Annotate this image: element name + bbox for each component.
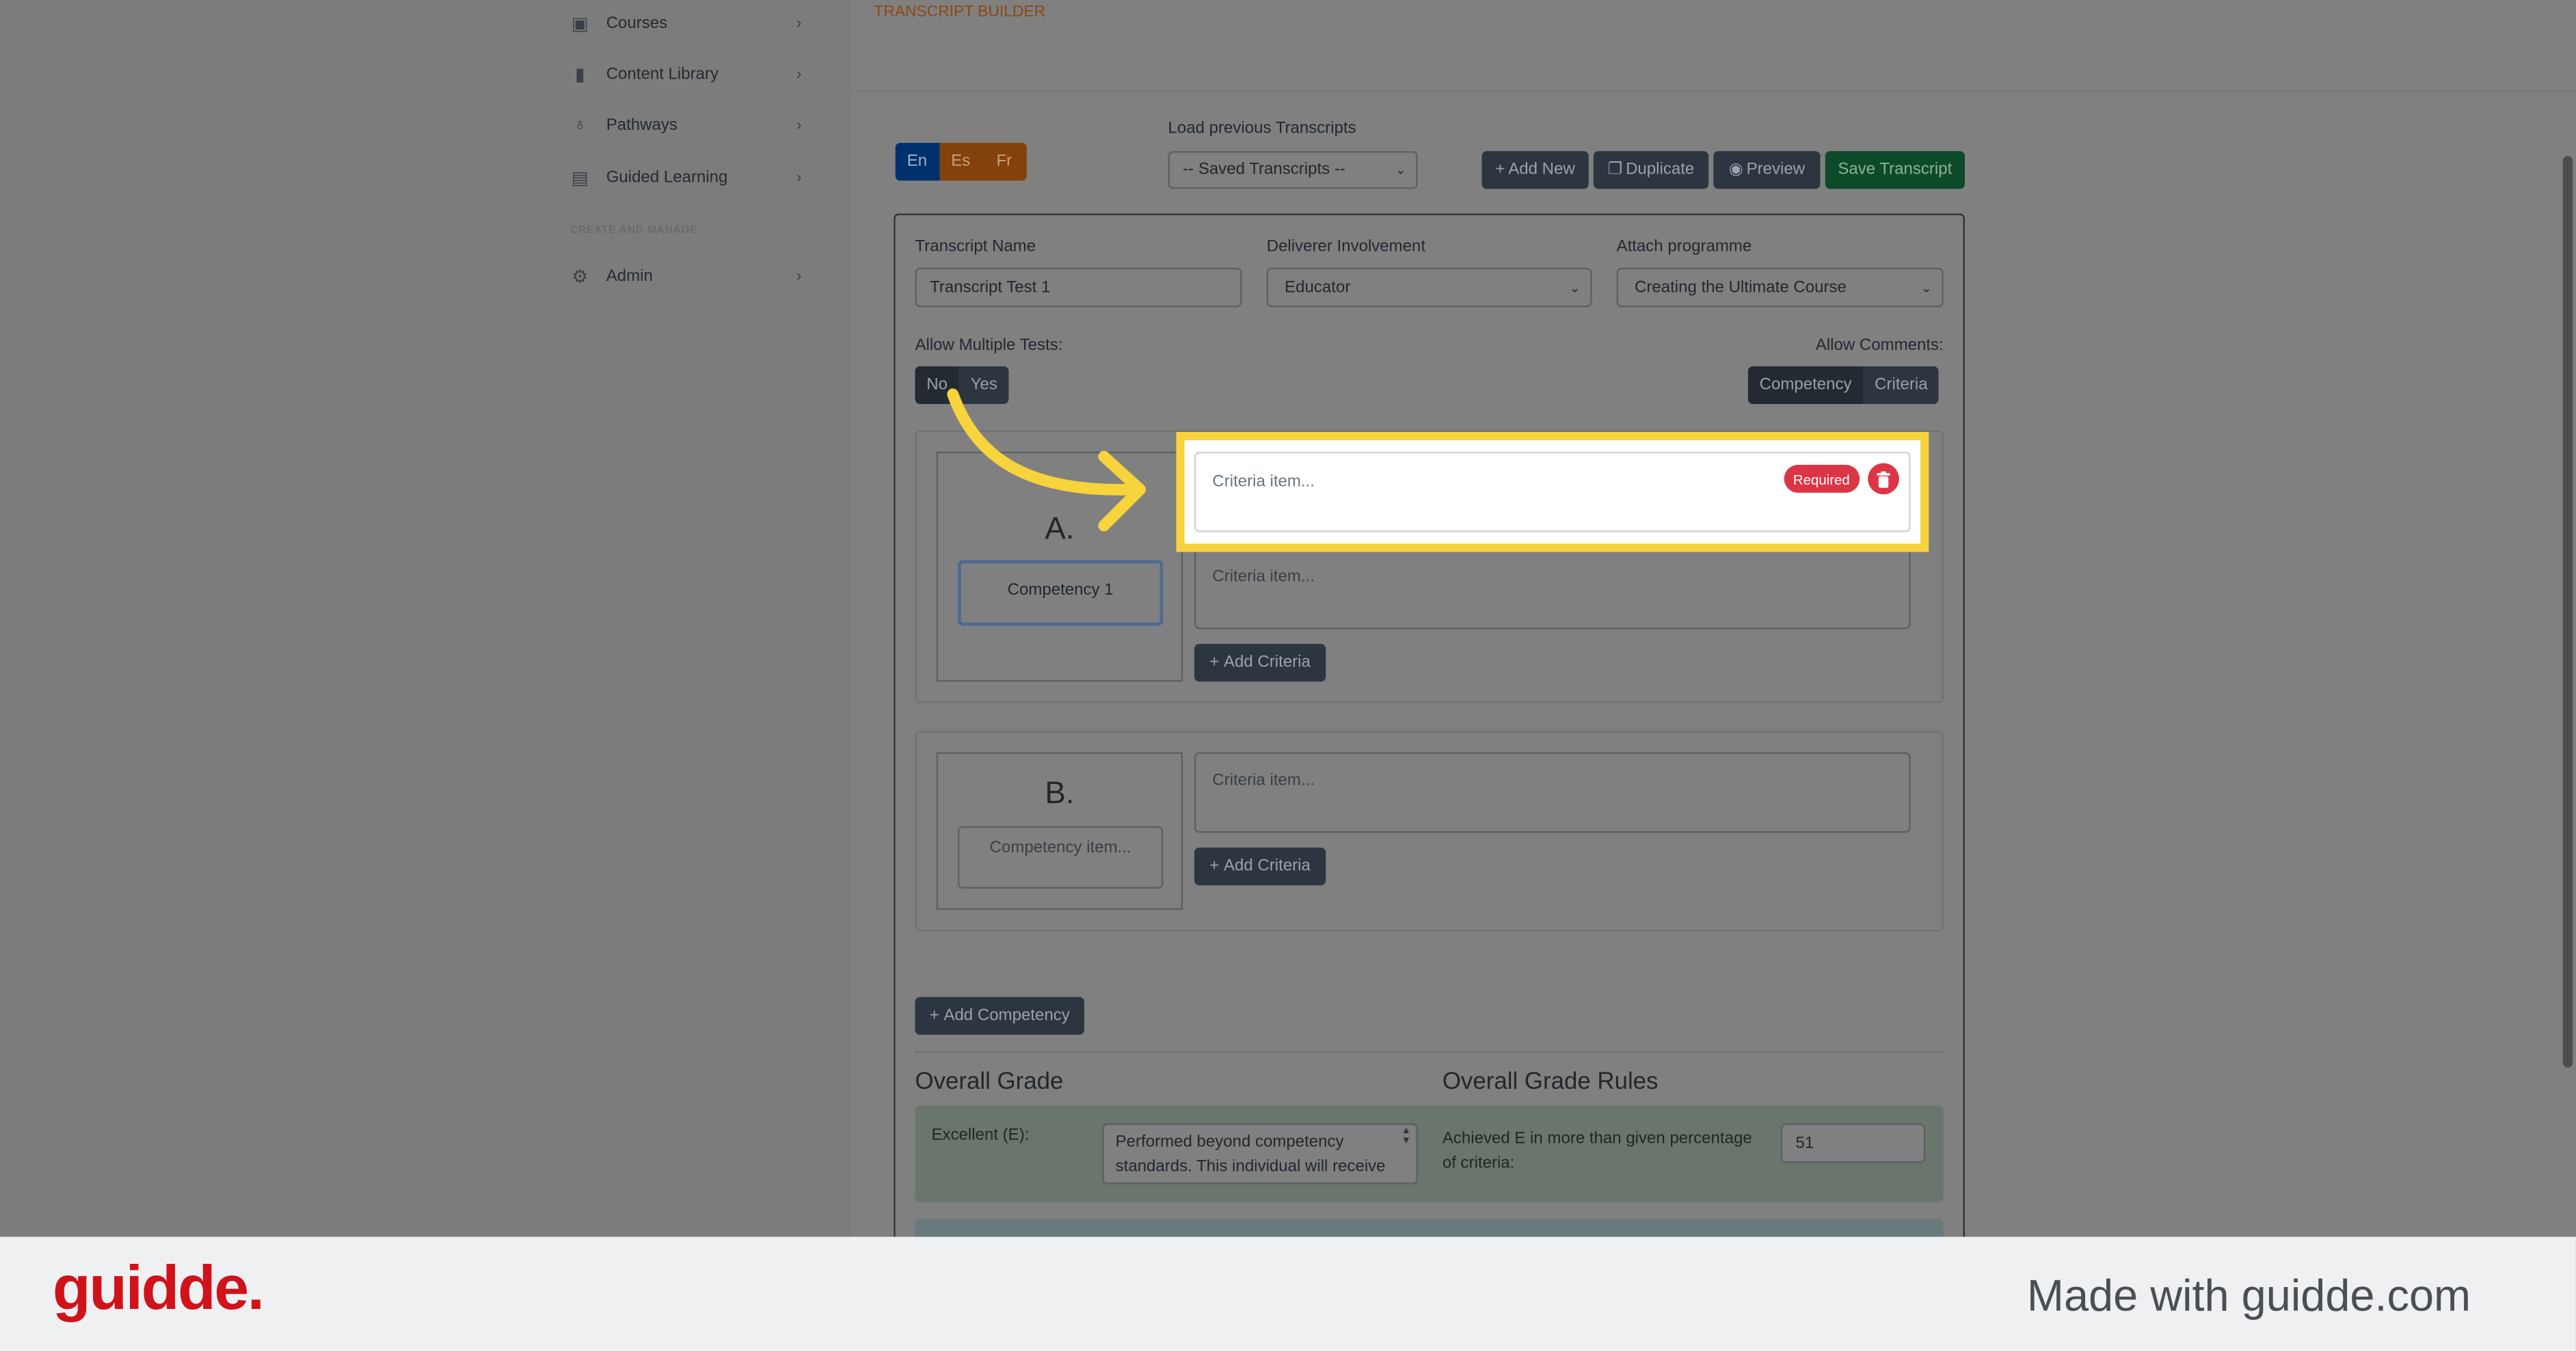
competency-option[interactable]: Competency <box>1747 366 1864 405</box>
load-previous-label: Load previous Transcripts <box>1168 120 1356 138</box>
page-title: TRANSCRIPT BUILDER <box>874 3 1046 22</box>
multiple-tests-label: Allow Multiple Tests: <box>915 336 1063 355</box>
arrow-annotation-icon <box>947 388 1146 532</box>
gear-icon: ⚙ <box>572 267 589 287</box>
sidebar-item-pathways[interactable]: ♁ Pathways › <box>570 109 808 141</box>
save-transcript-button[interactable]: Save Transcript <box>1825 151 1965 189</box>
chevron-right-icon: › <box>796 116 802 134</box>
competency-name-input[interactable]: Competency 1 <box>957 560 1164 626</box>
eye-icon: ◉ <box>1728 161 1743 179</box>
chevron-down-icon: ⌄ <box>1395 162 1406 178</box>
lang-en-button[interactable]: En <box>895 143 939 181</box>
highlighted-criteria: Criteria item... Required <box>1176 431 1929 552</box>
programme-select[interactable]: Creating the Ultimate Course ⌄ <box>1616 267 1944 308</box>
add-criteria-button[interactable]: + Add Criteria <box>1194 643 1326 682</box>
chevron-right-icon: › <box>796 14 802 32</box>
chevron-right-icon: › <box>796 168 802 187</box>
guidde-logo: guidde. <box>52 1254 265 1324</box>
deliverer-label: Deliverer Involvement <box>1266 238 1426 256</box>
sidebar-item-courses[interactable]: ▣ Courses › <box>570 7 808 40</box>
criteria-input[interactable]: Criteria item... <box>1194 752 1911 833</box>
made-with-text: Made with guidde.com <box>2026 1271 2471 1321</box>
chevron-right-icon: › <box>796 64 802 83</box>
allow-comments-label: Allow Comments: <box>1815 336 1944 355</box>
saved-transcripts-select[interactable]: -- Saved Transcripts -- ⌄ <box>1168 151 1418 189</box>
add-competency-button[interactable]: + Add Competency <box>915 997 1084 1035</box>
chevron-down-icon: ⌄ <box>1569 280 1581 295</box>
criteria-option[interactable]: Criteria <box>1863 366 1940 405</box>
sidebar: ▣ Courses › ▮ Content Library › ♁ Pathways › ▤… <box>0 0 851 1237</box>
required-badge[interactable]: Required <box>1783 465 1860 493</box>
add-new-button[interactable]: + Add New <box>1481 151 1589 189</box>
language-switcher: En Es Fr <box>895 143 1026 181</box>
duplicate-button[interactable]: ❐ Duplicate <box>1593 151 1709 189</box>
chevron-right-icon: › <box>796 267 802 285</box>
sidebar-item-content-library[interactable]: ▮ Content Library › <box>570 57 808 90</box>
textarea-scrollbar[interactable]: ▲ ▼ <box>1401 1126 1411 1180</box>
programme-label: Attach programme <box>1616 238 1752 256</box>
overall-grade-heading: Overall Grade <box>915 1069 1064 1096</box>
plus-icon: + <box>1209 653 1224 672</box>
lang-es-button[interactable]: Es <box>939 143 982 181</box>
preview-button[interactable]: ◉ Preview <box>1713 151 1821 189</box>
divider <box>915 1051 1944 1053</box>
chevron-down-icon: ⌄ <box>1920 280 1932 295</box>
divider <box>850 90 2576 92</box>
courses-icon: ▣ <box>571 14 589 34</box>
criteria-input[interactable]: Criteria item... Required <box>1194 451 1911 532</box>
delete-criteria-button[interactable] <box>1868 463 1899 495</box>
plus-icon: + <box>1209 857 1224 876</box>
sidebar-item-guided-learning[interactable]: ▤ Guided Learning › <box>570 161 808 193</box>
page-scrollbar[interactable] <box>2562 156 2573 1068</box>
plus-icon: + <box>1495 161 1505 179</box>
criteria-input[interactable]: Criteria item... <box>1194 548 1911 630</box>
clipboard-icon: ▤ <box>571 168 589 189</box>
rule-text: Achieved E in more than given percentage… <box>1442 1130 1752 1173</box>
deliverer-select[interactable]: Educator ⌄ <box>1266 267 1592 308</box>
trash-icon <box>1877 470 1890 487</box>
overall-grade-rules-heading: Overall Grade Rules <box>1442 1069 1659 1096</box>
competency-letter: B. <box>1045 776 1075 812</box>
plus-icon: + <box>929 1007 944 1025</box>
competency-name-input[interactable]: Competency item... <box>957 826 1164 889</box>
transcript-name-input[interactable]: Transcript Test 1 <box>915 267 1242 308</box>
excellent-percentage-input[interactable]: 51 <box>1780 1123 1926 1163</box>
lang-fr-button[interactable]: Fr <box>982 143 1026 181</box>
transcript-name-label: Transcript Name <box>915 238 1036 256</box>
copy-icon: ❐ <box>1607 161 1623 179</box>
excellent-label: Excellent (E): <box>931 1126 1030 1145</box>
award-icon: ♁ <box>573 115 587 135</box>
sidebar-item-admin[interactable]: ⚙ Admin › <box>570 260 808 293</box>
book-icon: ▮ <box>574 64 585 85</box>
excellent-description-textarea[interactable]: Performed beyond competency standards. T… <box>1102 1123 1418 1185</box>
section-heading: CREATE AND MANAGE <box>569 225 698 237</box>
allow-comments-toggle: Competency Criteria <box>1747 366 1940 405</box>
add-criteria-button[interactable]: + Add Criteria <box>1194 847 1326 886</box>
